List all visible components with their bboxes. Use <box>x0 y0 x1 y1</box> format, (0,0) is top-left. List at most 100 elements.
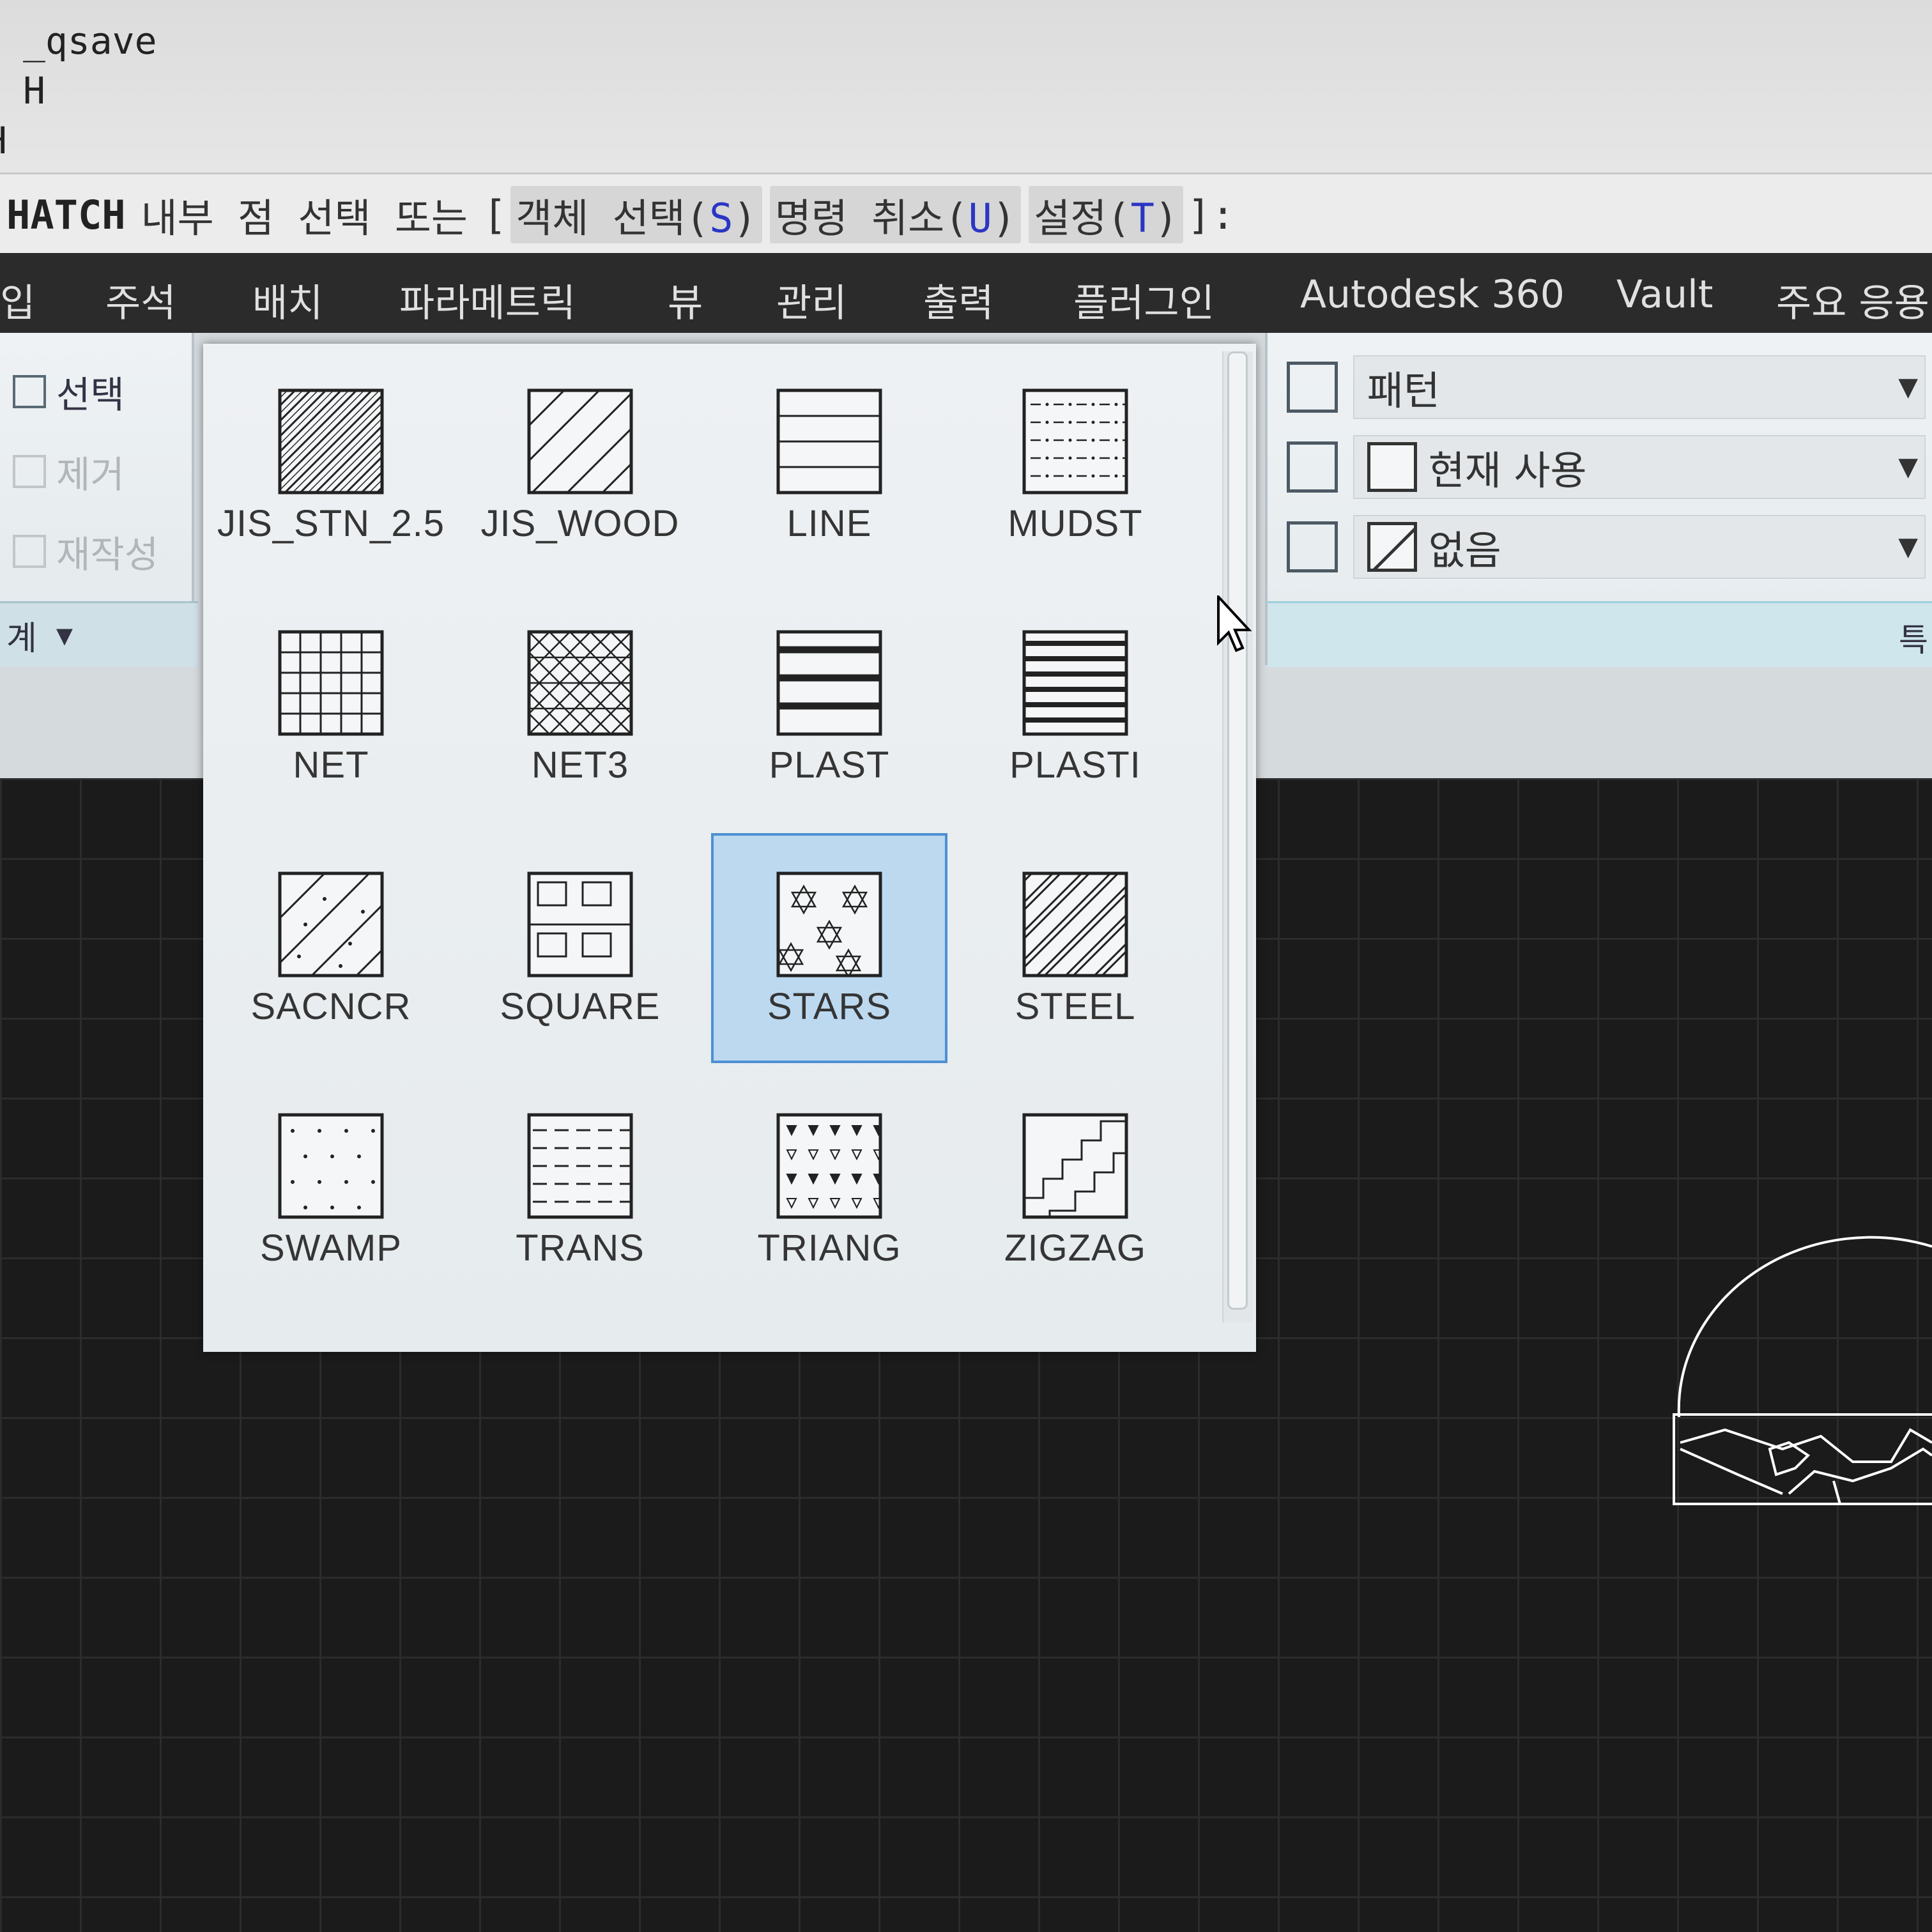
pattern-label: SACNCR <box>250 986 411 1027</box>
background-color-row: 없음 ▼ <box>1287 512 1926 582</box>
pattern-thumbnail <box>776 871 882 977</box>
option-close-bracket: ]: <box>1187 191 1235 238</box>
chevron-down-icon: ▼ <box>1898 372 1918 402</box>
pattern-item[interactable]: STARS <box>711 833 947 1063</box>
tab-output[interactable]: 출력 <box>923 272 993 328</box>
properties-panel: 패턴 ▼ 현재 사용 ▼ 없음 ▼ 특 <box>1265 333 1932 667</box>
pattern-label: NET3 <box>531 744 629 786</box>
tab-vault[interactable]: Vault <box>1616 272 1713 317</box>
pattern-thumbnail <box>1022 388 1128 494</box>
option-undo[interactable]: 명령 취소(U) <box>769 186 1022 243</box>
boundary-line <box>1832 1480 1841 1505</box>
command-prompt-text: 내부 점 선택 또는 <box>141 195 468 241</box>
pattern-label: JIS_WOOD <box>480 503 680 544</box>
pattern-label: PLAST <box>769 744 890 786</box>
none-swatch <box>1367 522 1417 572</box>
pattern-label: SQUARE <box>500 986 661 1027</box>
color-swatch <box>1367 442 1417 492</box>
pattern-item[interactable]: JIS_STN_2.5 <box>213 350 449 580</box>
hatch-color-value: 현재 사용 <box>1428 447 1587 494</box>
pattern-thumbnail <box>278 1113 384 1219</box>
option-select-objects[interactable]: 객체 선택(S) <box>510 186 762 243</box>
pattern-item[interactable]: STEEL <box>957 833 1193 1063</box>
pattern-item[interactable]: SQUARE <box>462 833 698 1063</box>
gallery-scrollbar[interactable] <box>1222 351 1253 1322</box>
pattern-item[interactable]: NET3 <box>462 592 698 822</box>
pattern-item[interactable]: TRANS <box>462 1075 698 1305</box>
command-history: _qsave H H <box>0 0 1932 172</box>
tab-view[interactable]: 뷰 <box>668 272 703 328</box>
pattern-item[interactable]: ZIGZAG <box>957 1075 1193 1305</box>
pattern-thumbnail <box>278 630 384 736</box>
gallery-scroll-thumb[interactable] <box>1227 351 1248 1310</box>
tab-insert[interactable]: 입 <box>0 272 35 328</box>
tab-manage[interactable]: 관리 <box>776 272 847 328</box>
panel-title: 계 <box>6 619 37 658</box>
option-close: ) <box>1154 195 1179 241</box>
tab-layout[interactable]: 배치 <box>252 272 323 328</box>
background-color-icon <box>1287 521 1338 572</box>
hatch-color-dropdown[interactable]: 현재 사용 ▼ <box>1353 435 1926 499</box>
hatch-type-dropdown[interactable]: 패턴 ▼ <box>1353 355 1926 419</box>
pattern-item[interactable]: SACNCR <box>213 833 449 1063</box>
recreate-boundary-icon <box>13 535 46 568</box>
tab-parametric[interactable]: 파라메트릭 <box>399 272 576 328</box>
pattern-thumbnail <box>1022 630 1128 736</box>
recreate-label: 재작성 <box>56 533 159 576</box>
tab-plugins[interactable]: 플러그인 <box>1073 272 1215 328</box>
chevron-down-icon: ▾ <box>56 616 73 654</box>
boundaries-panel: 선택 제거 재작성 계 ▾ <box>0 333 198 667</box>
tab-featured-apps[interactable]: 주요 응용 <box>1776 272 1929 328</box>
pattern-label: STEEL <box>1015 986 1136 1027</box>
pattern-label: STARS <box>767 986 892 1027</box>
boundary-line <box>1680 1448 1783 1495</box>
option-label: 객체 선택( <box>516 195 710 241</box>
pattern-item[interactable]: LINE <box>711 350 947 580</box>
pattern-item[interactable]: PLASTI <box>957 592 1193 822</box>
background-color-value: 없음 <box>1428 527 1501 574</box>
chevron-down-icon: ▼ <box>1898 532 1918 562</box>
pattern-item[interactable]: PLAST <box>711 592 947 822</box>
pattern-item[interactable]: NET <box>213 592 449 822</box>
mouse-cursor-icon <box>1217 595 1252 652</box>
pattern-thumbnail <box>776 1113 882 1219</box>
select-boundary-button[interactable]: 선택 <box>13 365 125 418</box>
pattern-label: TRANS <box>516 1227 645 1269</box>
pattern-item[interactable]: SWAMP <box>213 1075 449 1305</box>
pattern-item[interactable]: JIS_WOOD <box>462 350 698 580</box>
pattern-thumbnail <box>1022 871 1128 977</box>
command-line[interactable]: HATCH 내부 점 선택 또는 [ 객체 선택(S) 명령 취소(U) 설정(… <box>0 172 1932 255</box>
pattern-item[interactable]: MUDST <box>957 350 1193 580</box>
background-color-dropdown[interactable]: 없음 ▼ <box>1353 515 1926 579</box>
option-settings[interactable]: 설정(T) <box>1029 186 1184 243</box>
hatch-type-row: 패턴 ▼ <box>1287 352 1926 422</box>
chevron-down-icon: ▼ <box>1898 452 1918 482</box>
hatch-pattern-gallery: JIS_STN_2.5 JIS_WOOD LINE MUDST NET NET3 PLAST… <box>203 344 1256 1352</box>
command-name: HATCH <box>6 191 126 238</box>
option-key: U <box>968 195 992 241</box>
properties-panel-footer[interactable]: 특 <box>1268 601 1932 667</box>
pattern-thumbnail <box>278 871 384 977</box>
ribbon-tab-bar: 입 주석 배치 파라메트릭 뷰 관리 출력 플러그인 Autodesk 360 … <box>0 253 1932 333</box>
history-line: H <box>0 119 7 162</box>
pattern-label: JIS_STN_2.5 <box>217 503 445 544</box>
hatch-type-icon <box>1287 362 1338 413</box>
pattern-label: ZIGZAG <box>1004 1227 1146 1269</box>
select-boundary-icon <box>13 375 46 408</box>
remove-label: 제거 <box>56 453 125 496</box>
pattern-label: NET <box>293 744 369 786</box>
remove-boundary-button[interactable]: 제거 <box>13 445 125 498</box>
history-line: _qsave <box>23 19 157 63</box>
pattern-thumbnail <box>776 388 882 494</box>
pattern-thumbnail <box>527 388 633 494</box>
pattern-item[interactable]: TRIANG <box>711 1075 947 1305</box>
tab-autodesk-360[interactable]: Autodesk 360 <box>1300 272 1565 317</box>
boundaries-panel-footer[interactable]: 계 ▾ <box>0 601 198 667</box>
option-key: S <box>709 195 733 241</box>
tab-annotate[interactable]: 주석 <box>105 272 176 328</box>
recreate-boundary-button[interactable]: 재작성 <box>13 525 158 578</box>
option-open-bracket: [ <box>482 191 507 238</box>
pattern-label: PLASTI <box>1009 744 1141 786</box>
history-line: H <box>23 69 45 112</box>
option-close: ) <box>992 195 1016 241</box>
